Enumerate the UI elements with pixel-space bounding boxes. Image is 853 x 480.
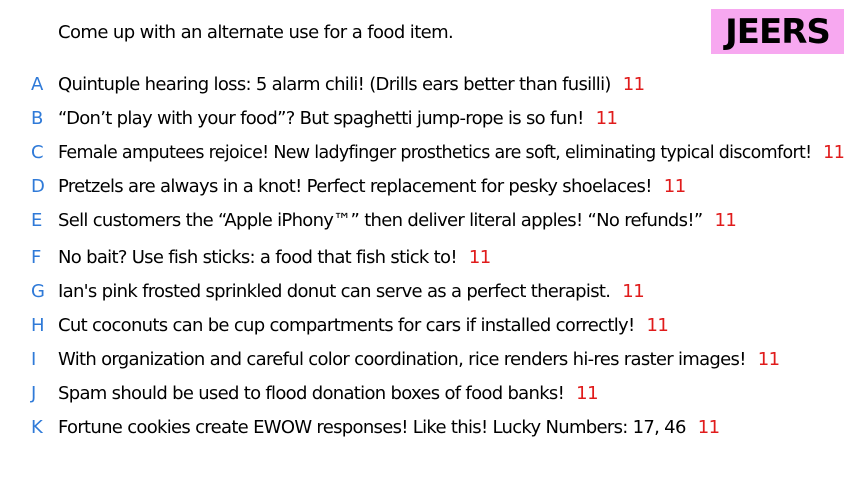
entry-letter: F	[31, 246, 41, 268]
entry-letter: K	[31, 416, 43, 438]
entry-letter: C	[31, 141, 44, 163]
entry-text: Ian's pink frosted sprinkled donut can s…	[58, 280, 645, 302]
entry-body: Spam should be used to flood donation bo…	[58, 382, 565, 404]
entry-text: Sell customers the “Apple iPhony™” then …	[58, 209, 737, 231]
entry-text: Pretzels are always in a knot! Perfect r…	[58, 176, 686, 197]
entry-body: No bait? Use fish sticks: a food that fi…	[58, 246, 458, 268]
entry-votes: 11	[646, 314, 669, 336]
entry-text: Quintuple hearing loss: 5 alarm chili! (…	[58, 74, 645, 95]
entry-text: Female amputees rejoice! New ladyfinger …	[58, 141, 845, 163]
jeers-badge: JEERS	[711, 9, 844, 54]
entry-text: No bait? Use fish sticks: a food that fi…	[58, 247, 491, 268]
entry-letter: I	[31, 348, 36, 370]
entry-text: Spam should be used to flood donation bo…	[58, 382, 599, 404]
entry-body: Fortune cookies create EWOW responses! L…	[58, 416, 686, 438]
entry-body: Pretzels are always in a knot! Perfect r…	[58, 175, 652, 197]
entry-letter: E	[31, 209, 42, 231]
entry-body: Cut coconuts can be cup compartments for…	[58, 314, 635, 336]
entry-letter: B	[31, 107, 43, 129]
entry-votes: 11	[576, 382, 599, 404]
entry-letter: A	[31, 73, 43, 95]
entry-votes: 11	[714, 209, 737, 231]
entry-text: With organization and careful color coor…	[58, 349, 780, 370]
entry-body: Sell customers the “Apple iPhony™” then …	[58, 209, 703, 231]
entry-text: Cut coconuts can be cup compartments for…	[58, 314, 669, 336]
entry-letter: H	[31, 314, 45, 336]
entry-text: Fortune cookies create EWOW responses! L…	[58, 417, 720, 438]
entry-text: “Don’t play with your food”? But spaghet…	[58, 108, 618, 129]
entry-body: “Don’t play with your food”? But spaghet…	[58, 107, 584, 129]
entry-votes: 11	[595, 107, 618, 129]
entry-votes: 11	[622, 73, 645, 95]
entry-body: Quintuple hearing loss: 5 alarm chili! (…	[58, 73, 611, 95]
entry-votes: 11	[663, 175, 686, 197]
entry-body: Ian's pink frosted sprinkled donut can s…	[58, 280, 611, 302]
entry-votes: 11	[757, 348, 780, 370]
entry-votes: 11	[468, 246, 491, 268]
entry-votes: 11	[697, 416, 720, 438]
entry-votes: 11	[622, 280, 645, 302]
entry-letter: J	[31, 382, 36, 404]
prompt-text: Come up with an alternate use for a food…	[58, 22, 454, 43]
entry-body: With organization and careful color coor…	[58, 348, 746, 370]
entry-letter: G	[31, 280, 45, 302]
entry-votes: 11	[823, 141, 845, 163]
entry-letter: D	[31, 175, 45, 197]
entry-body: Female amputees rejoice! New ladyfinger …	[58, 141, 812, 163]
